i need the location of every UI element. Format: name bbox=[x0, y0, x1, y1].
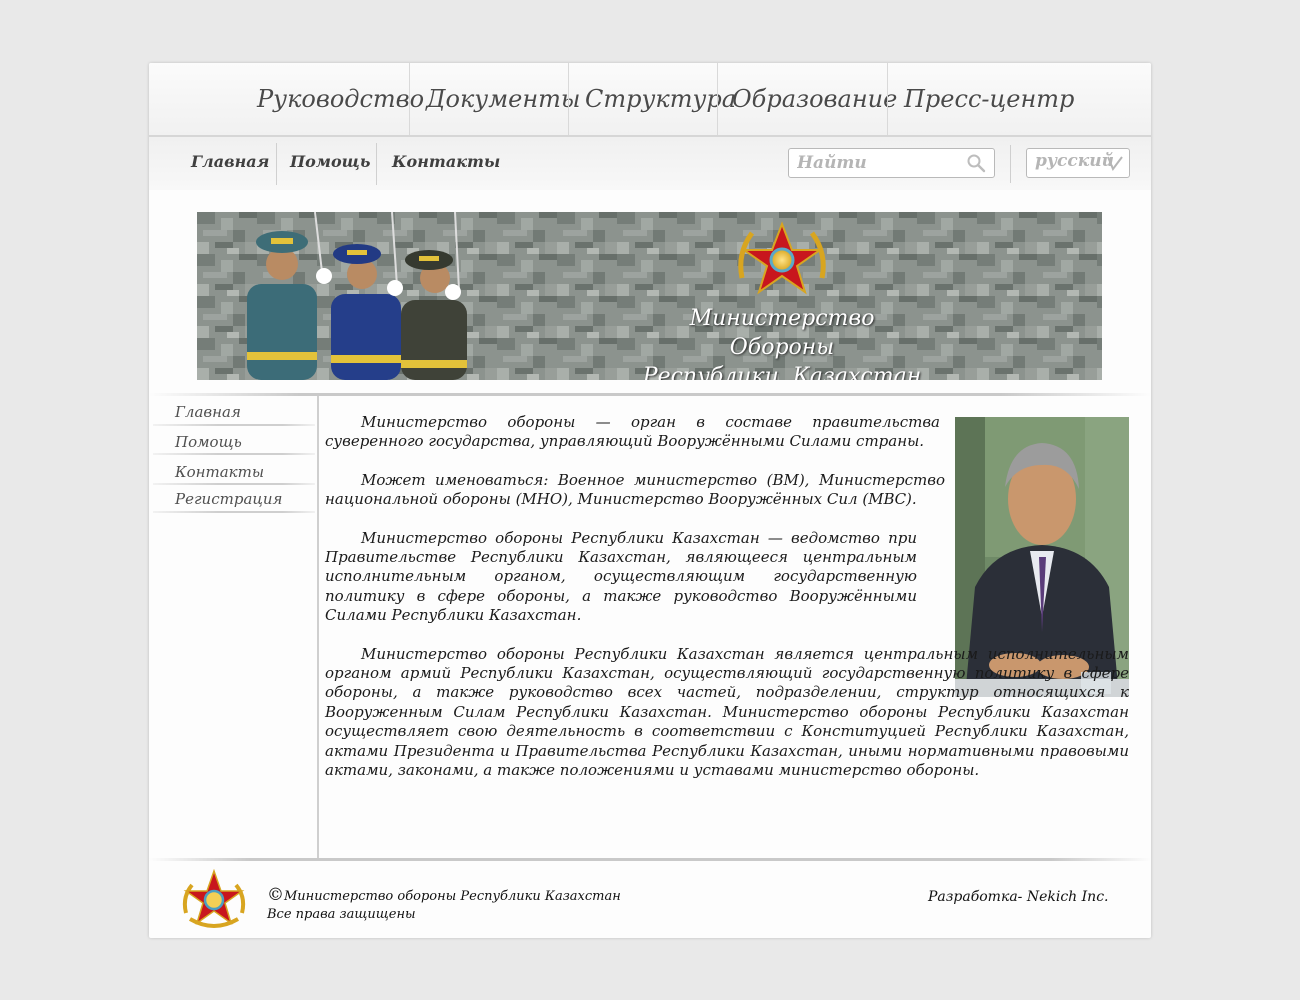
ministry-emblem-icon bbox=[182, 869, 246, 928]
banner-title-line: Министерство Обороны bbox=[689, 306, 875, 360]
nav-divider bbox=[568, 63, 569, 135]
main-navigation: Руководство Документы Структура Образова… bbox=[149, 63, 1151, 137]
nav-divider bbox=[717, 63, 718, 135]
search-box bbox=[788, 148, 995, 178]
language-divider bbox=[1010, 145, 1011, 183]
language-select[interactable]: русский bbox=[1026, 148, 1130, 178]
banner-title-line: Республики ,Казахстан bbox=[642, 364, 922, 380]
nav-documents[interactable]: Документы bbox=[426, 63, 580, 135]
sidebar-divider bbox=[153, 453, 315, 455]
copyright-text: Министерство обороны Республики Казахста… bbox=[284, 889, 621, 904]
subnav-home[interactable]: Главная bbox=[191, 137, 269, 190]
nav-divider bbox=[409, 63, 410, 135]
search-input[interactable] bbox=[791, 150, 968, 176]
subnav-contacts[interactable]: Контакты bbox=[392, 137, 500, 190]
sidebar-divider bbox=[153, 511, 315, 513]
header-banner: Министерство Обороны Республики ,Казахст… bbox=[197, 212, 1102, 380]
subnav-divider bbox=[376, 143, 377, 185]
rights-text: Все права защищены bbox=[267, 907, 416, 922]
sidebar-item-registration[interactable]: Регистрация bbox=[153, 487, 315, 513]
sidebar-item-home[interactable]: Главная bbox=[153, 400, 315, 426]
search-icon[interactable] bbox=[966, 153, 986, 173]
nav-education[interactable]: Образование bbox=[732, 63, 897, 135]
copyright-symbol: © bbox=[267, 885, 284, 905]
subnav-divider bbox=[276, 143, 277, 185]
sidebar-divider bbox=[153, 483, 315, 485]
subnav-help[interactable]: Помощь bbox=[290, 137, 370, 190]
developer-credit: Разработка- Nekich Inc. bbox=[928, 889, 1109, 905]
nav-leadership[interactable]: Руководство bbox=[257, 63, 424, 135]
nav-divider bbox=[887, 63, 888, 135]
footer-divider bbox=[149, 858, 1151, 861]
content-paragraph: Может именоваться: Военное министерство … bbox=[325, 470, 945, 509]
sidebar-divider-vertical bbox=[317, 396, 319, 858]
content-paragraph: Министерство обороны Республики Казахста… bbox=[325, 528, 917, 625]
sidebar-divider bbox=[153, 424, 315, 426]
language-label: русский bbox=[1035, 151, 1114, 171]
main-content: Министерство обороны — орган в составе п… bbox=[325, 413, 1133, 800]
footer-copyright: ©Министерство обороны Республики Казахст… bbox=[267, 886, 621, 924]
secondary-navigation: Главная Помощь Контакты русский bbox=[149, 137, 1151, 190]
sidebar: Главная Помощь Контакты Регистрация bbox=[149, 396, 317, 858]
content-paragraph: Министерство обороны — орган в составе п… bbox=[325, 413, 940, 451]
page-container: Руководство Документы Структура Образова… bbox=[149, 63, 1151, 938]
banner-title: Министерство Обороны Республики ,Казахст… bbox=[637, 304, 927, 380]
nav-press-center[interactable]: Пресс-центр bbox=[904, 63, 1074, 135]
chevron-down-icon bbox=[1107, 156, 1123, 171]
content-paragraph: Министерство обороны Республики Казахста… bbox=[325, 644, 1129, 780]
nav-structure[interactable]: Структура bbox=[585, 63, 736, 135]
